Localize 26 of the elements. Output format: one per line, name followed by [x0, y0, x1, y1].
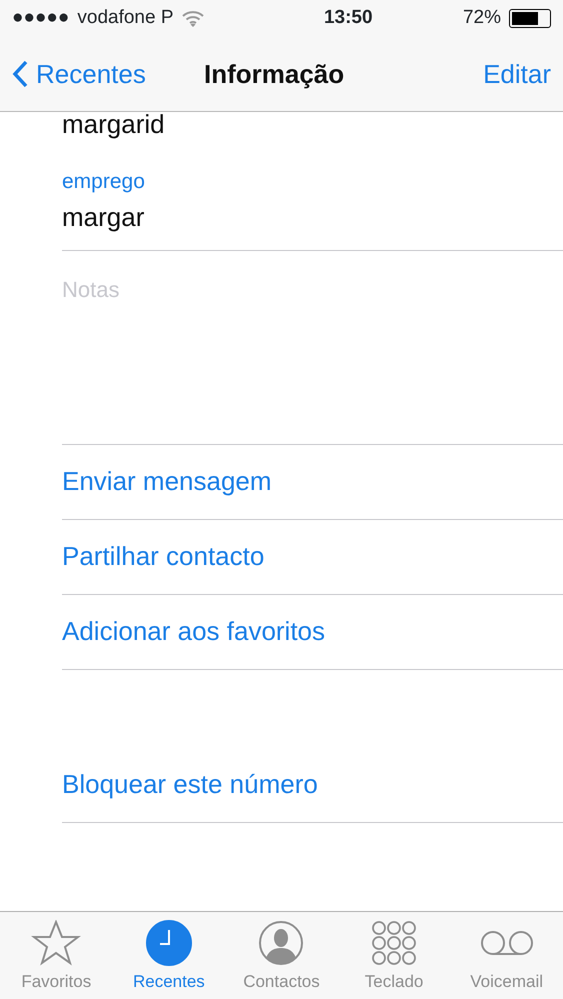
star-icon [31, 920, 82, 966]
tab-button[interactable]: Favoritos [0, 912, 113, 999]
action-link[interactable]: Adicionar aos favoritos [62, 594, 563, 668]
tab-button[interactable]: Contactos [225, 912, 338, 999]
carrier-name: vodafone P [77, 6, 174, 30]
block-number-link[interactable]: Bloquear este número [62, 748, 563, 822]
clock: 13:50 [322, 6, 373, 30]
keypad-icon [371, 920, 418, 966]
signal-strength-icon: ●●●●● [12, 4, 70, 33]
field-label: emprego [62, 169, 146, 195]
battery-icon [508, 9, 551, 28]
nav-title: Informação [204, 58, 344, 90]
wifi-icon [182, 10, 204, 26]
contact-icon [258, 920, 304, 966]
field-value: margar [62, 200, 146, 234]
action-link[interactable]: Partilhar contacto [62, 520, 563, 594]
tab-button[interactable]: Voicemail [450, 912, 563, 999]
action-link[interactable]: Enviar mensagem [62, 444, 563, 518]
battery-percentage: 72% [462, 6, 501, 30]
tab-button[interactable]: Recentes [112, 912, 226, 999]
back-chevron-icon [12, 60, 28, 88]
clock-icon [146, 920, 192, 966]
back-button[interactable]: Recentes [12, 54, 146, 94]
tab-button[interactable]: Teclado [338, 912, 450, 999]
edit-button[interactable]: Editar [483, 54, 551, 94]
field-value: margarid [62, 112, 166, 136]
